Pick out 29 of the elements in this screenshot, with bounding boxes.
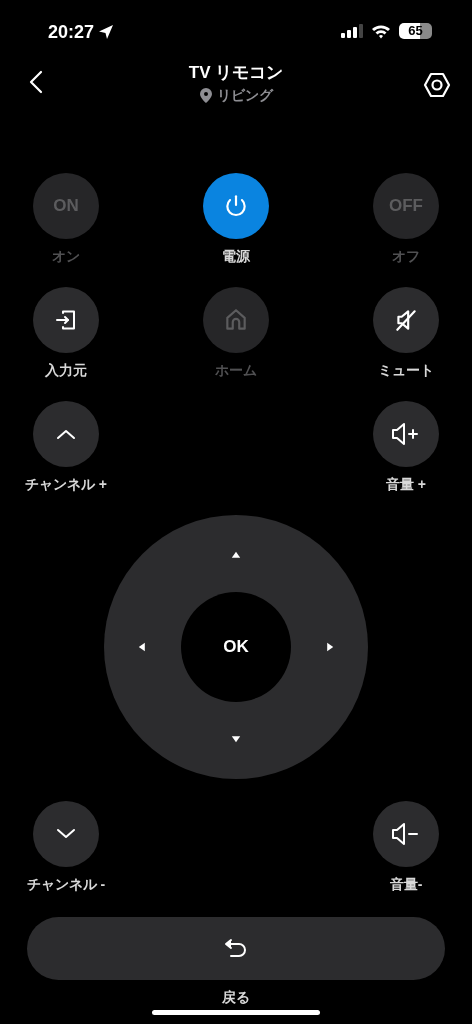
home-icon: [223, 307, 249, 333]
settings-button[interactable]: [422, 70, 452, 100]
location-arrow-icon: [98, 24, 115, 40]
chevron-up-icon: [55, 427, 77, 441]
settings-icon: [423, 72, 451, 98]
chevron-down-icon: [55, 827, 77, 841]
battery-indicator: 65: [399, 23, 432, 39]
power-icon: [223, 193, 249, 219]
button-label: 戻る: [222, 988, 250, 1006]
button-label: 音量 +: [385, 475, 427, 493]
button-label: オン: [52, 247, 80, 265]
button-label: オフ: [392, 247, 420, 265]
signal-icon: [341, 24, 363, 38]
mute-icon: [393, 307, 419, 333]
location-pin-icon: [199, 87, 212, 103]
ok-button[interactable]: OK: [181, 592, 291, 702]
back-chevron-icon: [29, 70, 43, 94]
wifi-icon: [371, 23, 391, 39]
button-label: 音量-: [389, 875, 423, 893]
button-label: 入力元: [45, 361, 87, 379]
button-label: チャンネル -: [26, 875, 106, 893]
button-label: 電源: [222, 247, 250, 265]
button-label: ホーム: [215, 361, 257, 379]
status-time: 20:27: [48, 22, 95, 42]
input-icon: [54, 308, 78, 332]
button-label: チャンネル +: [24, 475, 108, 493]
button-label: ミュート: [378, 361, 434, 379]
room-label: リビング: [216, 86, 273, 104]
screen-title: TV リモコン: [188, 62, 284, 84]
